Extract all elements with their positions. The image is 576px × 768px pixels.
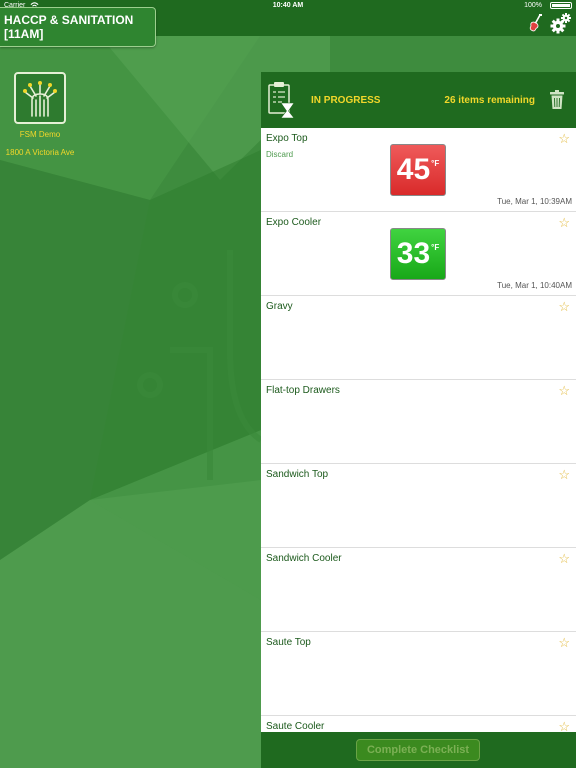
trash-icon[interactable] [550, 90, 564, 109]
item-timestamp: Tue, Mar 1, 10:40AM [497, 281, 572, 290]
battery-icon [550, 2, 572, 9]
checklist-item-flat-top-drawers[interactable]: Flat-top Drawers ☆ [261, 380, 576, 464]
checklist-panel: IN PROGRESS 26 items remaining Expo Top … [261, 72, 576, 768]
star-outline-icon[interactable]: ☆ [558, 468, 570, 482]
star-outline-icon[interactable]: ☆ [558, 132, 570, 146]
items-remaining: 26 items remaining [444, 95, 535, 106]
checklist-item-expo-top[interactable]: Expo Top ☆ Discard 45 °F Tue, Mar 1, 10:3… [261, 128, 576, 212]
item-name: Saute Top [266, 637, 311, 648]
item-name: Sandwich Top [266, 469, 329, 480]
checklist-title-button[interactable]: HACCP & SANITATION [11AM] [0, 7, 156, 47]
temperature-unit: °F [431, 159, 440, 168]
store-logo-icon [23, 81, 57, 117]
temperature-reading[interactable]: 33 °F [390, 228, 446, 280]
checklist-status: IN PROGRESS [311, 95, 381, 106]
item-name: Sandwich Cooler [266, 553, 342, 564]
item-name: Expo Top [266, 133, 308, 144]
star-outline-icon[interactable]: ☆ [558, 384, 570, 398]
temperature-value: 45 [396, 153, 431, 186]
temperature-unit: °F [431, 243, 440, 252]
item-timestamp: Tue, Mar 1, 10:39AM [497, 197, 572, 206]
temperature-reading[interactable]: 45 °F [390, 144, 446, 196]
item-name: Gravy [266, 301, 293, 312]
complete-checklist-button[interactable]: Complete Checklist [356, 739, 480, 761]
item-name: Saute Cooler [266, 721, 325, 732]
item-corrective-action: Discard [266, 150, 294, 159]
guitar-icon[interactable] [528, 14, 544, 32]
star-outline-icon[interactable]: ☆ [558, 636, 570, 650]
checklist-item-sandwich-top[interactable]: Sandwich Top ☆ [261, 464, 576, 548]
store-name: FSM Demo [19, 130, 61, 139]
checklist-footer: Complete Checklist [261, 732, 576, 768]
clipboard-hourglass-icon [268, 82, 295, 119]
checklist-item-saute-top[interactable]: Saute Top ☆ [261, 632, 576, 716]
star-outline-icon[interactable]: ☆ [558, 216, 570, 230]
star-outline-icon[interactable]: ☆ [558, 300, 570, 314]
store-logo[interactable] [14, 72, 66, 124]
item-name: Flat-top Drawers [266, 385, 340, 396]
temperature-value: 33 [396, 237, 431, 270]
checklist-items: Expo Top ☆ Discard 45 °F Tue, Mar 1, 10:3… [261, 128, 576, 768]
item-name: Expo Cooler [266, 217, 322, 228]
checklist-item-gravy[interactable]: Gravy ☆ [261, 296, 576, 380]
store-address: 1800 A Victoria Ave [5, 148, 75, 157]
gear-icon[interactable] [550, 12, 572, 34]
battery-percent: 100% [524, 2, 542, 9]
star-outline-icon[interactable]: ☆ [558, 552, 570, 566]
checklist-header: IN PROGRESS 26 items remaining [261, 72, 576, 128]
checklist-item-sandwich-cooler[interactable]: Sandwich Cooler ☆ [261, 548, 576, 632]
checklist-item-expo-cooler[interactable]: Expo Cooler ☆ 33 °F Tue, Mar 1, 10:40AM [261, 212, 576, 296]
